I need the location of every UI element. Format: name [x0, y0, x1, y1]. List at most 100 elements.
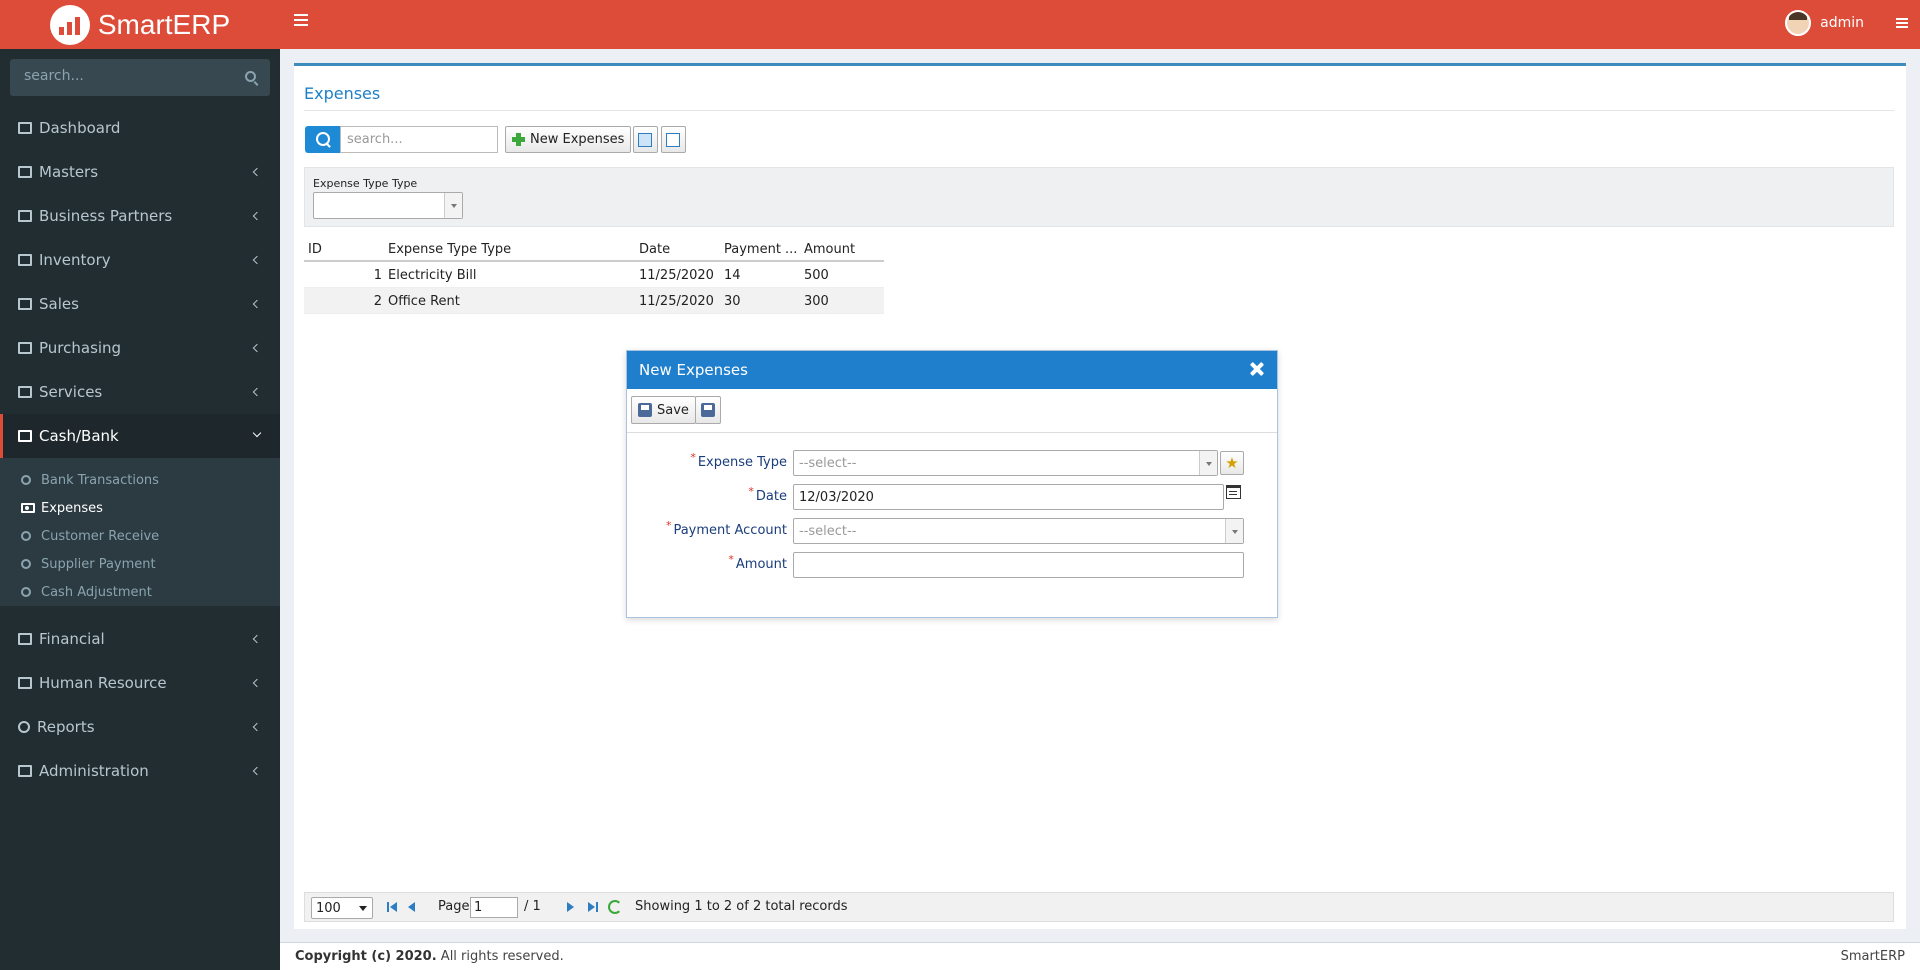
save-close-button[interactable]: [695, 396, 721, 424]
page-label: Page: [438, 899, 470, 914]
prev-page-icon[interactable]: [408, 902, 418, 913]
sidebar-item-sales[interactable]: Sales: [0, 282, 280, 326]
dashboard-icon: [18, 122, 32, 134]
star-icon: ★: [1225, 454, 1239, 472]
date-label: * Date: [748, 485, 787, 504]
sidebar-item-dashboard[interactable]: Dashboard: [0, 106, 280, 150]
required-mark: *: [748, 485, 754, 498]
sidebar-item-label: Purchasing: [39, 339, 122, 357]
sidebar-item-services[interactable]: Services: [0, 370, 280, 414]
circle-icon: [21, 559, 31, 569]
pager-summary: Showing 1 to 2 of 2 total records: [635, 899, 848, 914]
chevron-left-icon: [252, 766, 262, 776]
export-button[interactable]: [633, 126, 658, 153]
menu-toggle-icon[interactable]: [294, 14, 308, 26]
columns-icon: [666, 132, 680, 147]
submenu-item-label: Supplier Payment: [41, 556, 156, 572]
sidebar-item-reports[interactable]: Reports: [0, 705, 280, 749]
avatar: [1785, 10, 1812, 36]
page-number-input[interactable]: 1: [470, 897, 518, 918]
chevron-left-icon: [252, 343, 262, 353]
calendar-icon[interactable]: [1226, 485, 1241, 499]
page-size-select[interactable]: 100: [311, 897, 373, 919]
cell-payment: 30: [724, 294, 741, 309]
label-text: Expense Type: [697, 455, 787, 470]
payment-account-select[interactable]: --select--: [793, 518, 1244, 544]
first-page-icon[interactable]: [387, 902, 397, 913]
save-button[interactable]: Save: [631, 396, 696, 424]
bank-icon: [18, 430, 32, 442]
sidebar-item-label: Financial: [39, 630, 105, 648]
file-icon: [18, 342, 32, 354]
select-value: --select--: [799, 456, 857, 471]
next-page-icon[interactable]: [567, 902, 577, 913]
chevron-down-icon: [252, 428, 262, 438]
submenu-item-supplier-payment[interactable]: Supplier Payment: [0, 552, 280, 576]
submenu-item-customer-receive[interactable]: Customer Receive: [0, 524, 280, 548]
search-icon[interactable]: [305, 126, 340, 153]
app-logo[interactable]: SmartERP: [0, 0, 280, 49]
cell-id: 1: [373, 268, 382, 283]
chevron-left-icon: [252, 634, 262, 644]
chevron-left-icon: [252, 299, 262, 309]
grid-search-input[interactable]: search...: [340, 126, 498, 153]
amount-field[interactable]: [793, 552, 1244, 578]
last-page-icon[interactable]: [588, 902, 598, 913]
chevron-left-icon: [252, 167, 262, 177]
column-header-date[interactable]: Date: [639, 242, 670, 257]
chevron-left-icon: [252, 678, 262, 688]
dialog-toolbar: Save: [627, 389, 1277, 433]
expense-type-select[interactable]: --select--: [793, 450, 1218, 476]
sidebar-item-inventory[interactable]: Inventory: [0, 238, 280, 282]
table-row[interactable]: 2 Office Rent 11/25/2020 30 300: [304, 288, 884, 314]
sliders-icon[interactable]: [1896, 18, 1908, 28]
cell-amount: 300: [804, 294, 829, 309]
add-expense-type-button[interactable]: ★: [1220, 451, 1244, 475]
chevron-left-icon: [252, 211, 262, 221]
desktop-icon: [18, 765, 32, 777]
submenu-item-expenses[interactable]: Expenses: [0, 496, 280, 520]
new-expenses-label: New Expenses: [530, 132, 625, 147]
sidebar-item-human-resource[interactable]: Human Resource: [0, 661, 280, 705]
sidebar-item-cash-bank[interactable]: Cash/Bank: [0, 414, 280, 458]
export-icon: [638, 132, 652, 147]
column-header-expense-type[interactable]: Expense Type Type: [388, 242, 511, 257]
column-header-id[interactable]: ID: [308, 242, 322, 257]
close-icon[interactable]: [1249, 361, 1265, 377]
grid-icon: [18, 254, 32, 266]
circle-icon: [18, 721, 30, 733]
column-header-amount[interactable]: Amount: [804, 242, 855, 257]
sidebar-item-purchasing[interactable]: Purchasing: [0, 326, 280, 370]
table-row[interactable]: 1 Electricity Bill 11/25/2020 14 500: [304, 262, 884, 288]
top-header: SmartERP admin: [0, 0, 1920, 49]
sidebar-item-administration[interactable]: Administration: [0, 749, 280, 793]
divider: [304, 110, 1894, 111]
list-icon: [18, 166, 32, 178]
sidebar-item-label: Sales: [39, 295, 79, 313]
new-expenses-button[interactable]: New Expenses: [505, 126, 632, 153]
submenu-item-bank-transactions[interactable]: Bank Transactions: [0, 468, 280, 492]
copyright-text: Copyright (c) 2020.: [295, 949, 437, 964]
cash-bank-submenu: Bank Transactions Expenses Customer Rece…: [0, 458, 280, 606]
user-menu[interactable]: admin: [1785, 10, 1864, 36]
sidebar-search-placeholder: search...: [24, 68, 84, 84]
sidebar-item-financial[interactable]: Financial: [0, 617, 280, 661]
sidebar-item-masters[interactable]: Masters: [0, 150, 280, 194]
dropdown-arrow-icon[interactable]: [1199, 451, 1217, 475]
refresh-icon[interactable]: [608, 900, 622, 914]
search-icon[interactable]: [245, 71, 256, 82]
sidebar-search-input[interactable]: search...: [10, 59, 270, 96]
save-label: Save: [657, 402, 689, 418]
expense-type-filter-select[interactable]: [313, 192, 463, 219]
column-header-payment[interactable]: Payment ...: [724, 242, 797, 257]
sidebar-item-business-partners[interactable]: Business Partners: [0, 194, 280, 238]
submenu-item-label: Customer Receive: [41, 528, 160, 544]
dropdown-arrow-icon[interactable]: [1225, 519, 1243, 543]
date-field[interactable]: 12/03/2020: [793, 484, 1224, 510]
submenu-item-cash-adjustment[interactable]: Cash Adjustment: [0, 580, 280, 604]
cart-icon: [18, 298, 32, 310]
plus-icon: [512, 133, 525, 146]
expense-type-label: * Expense Type: [690, 451, 787, 470]
columns-button[interactable]: [661, 126, 686, 153]
dropdown-arrow-icon[interactable]: [444, 193, 462, 218]
